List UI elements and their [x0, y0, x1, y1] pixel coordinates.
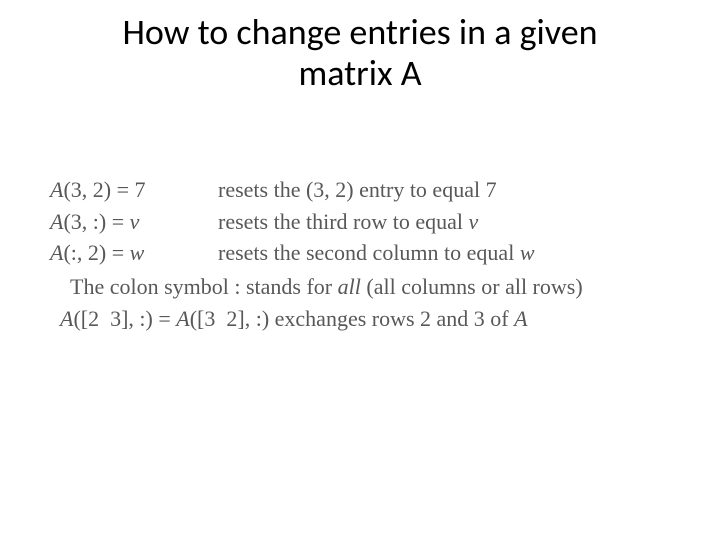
lhs-text: (3, 2) = 7	[63, 177, 145, 202]
note-text-a: The colon symbol : stands for	[70, 274, 338, 299]
example-lhs: A(3, 2) = 7	[50, 175, 218, 205]
var-a: A	[60, 306, 73, 331]
title-line-2: matrix A	[298, 51, 421, 95]
rhs-text: resets the second column to equal	[218, 240, 520, 265]
exchange-line: A([2 3], :) = A([3 2], :) exchanges rows…	[60, 304, 690, 334]
title-line-1: How to change entries in a given	[122, 10, 597, 54]
exchange-text-b: ([2 3], :) =	[73, 306, 176, 331]
var-a: A	[176, 306, 189, 331]
example-row: A(3, 2) = 7 resets the (3, 2) entry to e…	[50, 175, 690, 205]
content-block: A(3, 2) = 7 resets the (3, 2) entry to e…	[50, 175, 690, 333]
var-w: w	[520, 240, 535, 265]
var-v: v	[469, 209, 479, 234]
lhs-text: (3, :) =	[63, 209, 129, 234]
var-w: w	[130, 240, 145, 265]
lhs-text: (:, 2) =	[63, 240, 129, 265]
exchange-text-d: ([3 2], :) exchanges rows 2 and 3 of	[190, 306, 514, 331]
note-text-b: all	[338, 274, 361, 299]
var-a: A	[50, 177, 63, 202]
rhs-text: resets the third row to equal	[218, 209, 469, 234]
var-a: A	[514, 306, 527, 331]
var-v: v	[130, 209, 140, 234]
var-a: A	[50, 240, 63, 265]
example-lhs: A(3, :) = v	[50, 207, 218, 237]
example-rhs: resets the third row to equal v	[218, 207, 690, 237]
note-line: The colon symbol : stands for all (all c…	[70, 272, 690, 302]
example-row: A(:, 2) = w resets the second column to …	[50, 238, 690, 268]
var-a: A	[50, 209, 63, 234]
example-lhs: A(:, 2) = w	[50, 238, 218, 268]
slide: How to change entries in a given matrix …	[0, 0, 720, 540]
example-row: A(3, :) = v resets the third row to equa…	[50, 207, 690, 237]
slide-title: How to change entries in a given matrix …	[0, 12, 720, 95]
example-rhs: resets the (3, 2) entry to equal 7	[218, 175, 690, 205]
note-text-c: (all columns or all rows)	[361, 274, 583, 299]
example-rhs: resets the second column to equal w	[218, 238, 690, 268]
